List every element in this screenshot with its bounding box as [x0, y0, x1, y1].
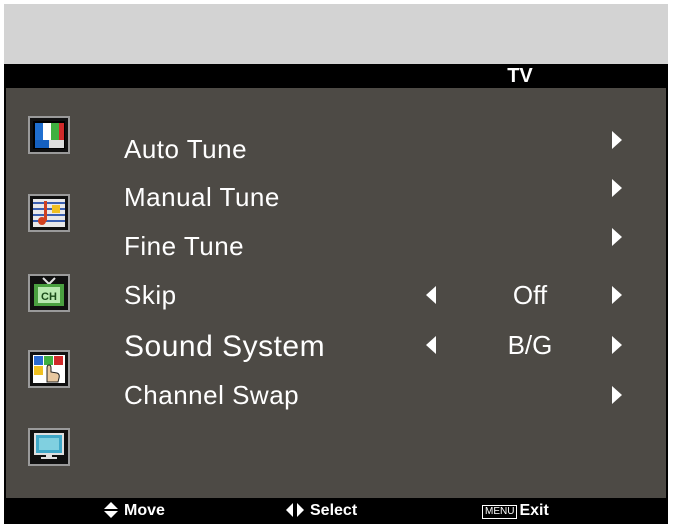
menu-key-icon: MENU — [482, 505, 518, 519]
arrow-right-icon[interactable] — [612, 179, 622, 197]
select-hint: Select — [286, 498, 357, 524]
audio-icon[interactable] — [28, 194, 70, 232]
arrow-right-icon[interactable] — [612, 228, 622, 246]
tv-osd-window: TV CH Auto Tune Manual Tune Fine Tune Sk… — [4, 4, 668, 524]
menu-item-label: Fine Tune — [124, 231, 245, 261]
arrow-right-icon[interactable] — [612, 286, 622, 304]
skip-value: Off — [512, 280, 548, 310]
page-title: TV — [507, 65, 533, 87]
feature-icon[interactable] — [28, 350, 70, 388]
move-hint: Move — [104, 498, 165, 524]
exit-label: Exit — [519, 502, 549, 519]
sound-system-value: B/G — [507, 330, 553, 360]
channel-icon[interactable]: CH — [28, 274, 70, 312]
menu-panel: CH Auto Tune Manual Tune Fine Tune Skip … — [6, 88, 666, 498]
picture-icon[interactable] — [28, 116, 70, 154]
title-bar: TV — [4, 64, 668, 88]
channel-icon-text: CH — [41, 291, 57, 303]
left-right-arrow-icon — [286, 503, 304, 517]
footer-hint-bar: Move Select MENU Exit — [4, 498, 668, 524]
arrow-left-icon[interactable] — [426, 336, 436, 354]
menu-item-label: Channel Swap — [124, 380, 300, 410]
menu-item-label: Sound System — [124, 330, 326, 363]
arrow-right-icon[interactable] — [612, 386, 622, 404]
screen-icon[interactable] — [28, 428, 70, 466]
menu-item-label: Skip — [124, 280, 177, 310]
menu-item-label: Auto Tune — [124, 134, 248, 164]
top-band — [4, 4, 668, 64]
up-down-arrow-icon — [104, 502, 118, 518]
arrow-left-icon[interactable] — [426, 286, 436, 304]
exit-hint[interactable]: MENU Exit — [482, 498, 549, 524]
move-label: Move — [124, 502, 165, 519]
arrow-right-icon[interactable] — [612, 336, 622, 354]
menu-item-label: Manual Tune — [124, 182, 280, 212]
arrow-right-icon[interactable] — [612, 131, 622, 149]
select-label: Select — [310, 502, 358, 519]
